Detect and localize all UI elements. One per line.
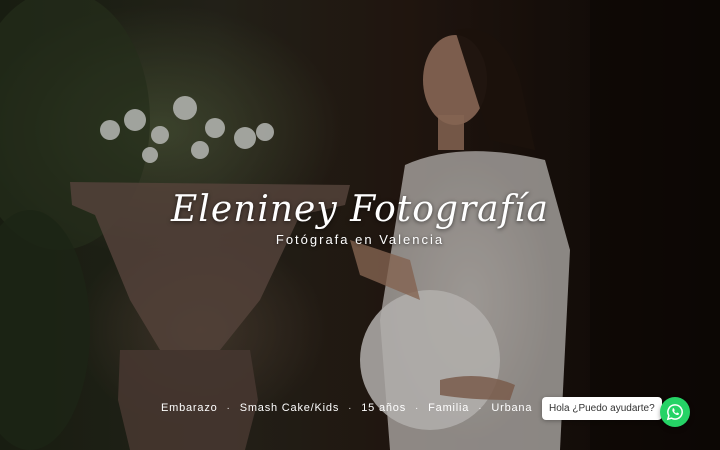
nav-item-familia[interactable]: Familia [428,402,469,414]
nav-item-15-anos[interactable]: 15 años [361,402,406,414]
whatsapp-chat-button[interactable] [660,397,690,427]
nav-separator: · [478,402,483,414]
chat-greeting-bubble[interactable]: Hola ¿Puedo ayudarte? [542,397,667,420]
nav-separator: · [415,402,420,414]
nav-separator: · [348,402,353,414]
nav-item-smash-cake-kids[interactable]: Smash Cake/Kids [240,402,339,414]
nav-separator: · [226,402,231,414]
nav-item-embarazo[interactable]: Embarazo [161,402,218,414]
whatsapp-icon [666,404,683,421]
site-subtitle: Fotógrafa en Valencia [275,232,445,247]
brand-block: Eleniney Fotografía Fotógrafa en Valenci… [0,188,720,247]
site-title[interactable]: Eleniney Fotografía [0,188,720,232]
portfolio-nav: Embarazo · Smash Cake/Kids · 15 años · F… [161,402,571,414]
nav-item-urbana[interactable]: Urbana [491,402,532,414]
